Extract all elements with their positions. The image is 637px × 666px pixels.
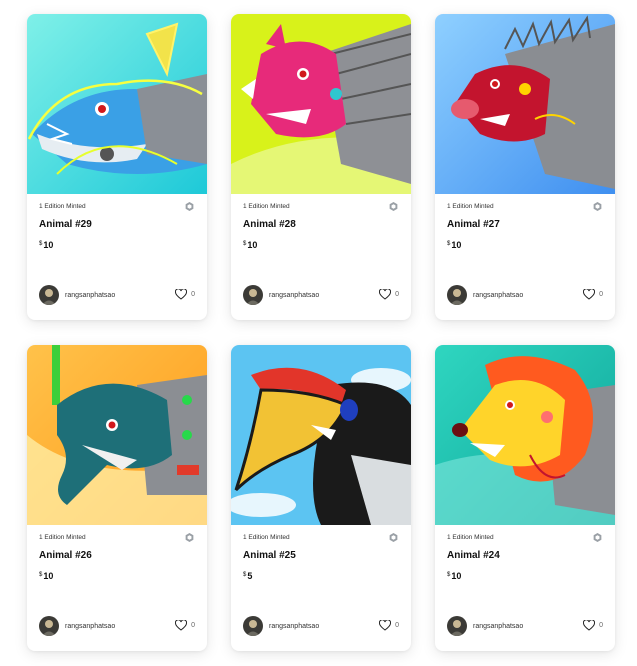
creator-name[interactable]: rangsanphatsao — [65, 292, 115, 299]
heart-outline-icon — [379, 620, 392, 631]
edition-label: 1 Edition Minted — [447, 203, 494, 210]
nft-title[interactable]: Animal #26 — [39, 550, 92, 561]
chain-hex-icon — [185, 533, 194, 542]
chain-hex-icon — [593, 202, 602, 211]
chain-hex-icon — [389, 202, 398, 211]
heart-outline-icon — [583, 620, 596, 631]
creator-name[interactable]: rangsanphatsao — [65, 623, 115, 630]
nft-card-animal-24[interactable]: 1 Edition Minted Animal #24 $10 rangsanp… — [435, 345, 615, 651]
nft-card-animal-27[interactable]: 1 Edition Minted Animal #27 $10 rangsanp… — [435, 14, 615, 320]
price: $10 — [39, 240, 54, 250]
nft-artwork-elephant[interactable] — [27, 345, 207, 525]
price: $10 — [447, 571, 462, 581]
nft-artwork-lion[interactable] — [435, 345, 615, 525]
nft-card-animal-28[interactable]: 1 Edition Minted Animal #28 $10 rangsanp… — [231, 14, 411, 320]
like-count: 0 — [599, 291, 603, 298]
nft-artwork-boar[interactable] — [435, 14, 615, 194]
creator-avatar[interactable] — [243, 616, 263, 636]
creator-name[interactable]: rangsanphatsao — [473, 623, 523, 630]
heart-outline-icon — [175, 620, 188, 631]
edition-label: 1 Edition Minted — [447, 534, 494, 541]
creator-name[interactable]: rangsanphatsao — [269, 292, 319, 299]
nft-card-animal-29[interactable]: 1 Edition Minted Animal #29 $10 rangsanp… — [27, 14, 207, 320]
edition-label: 1 Edition Minted — [243, 203, 290, 210]
like-count: 0 — [191, 622, 195, 629]
like-count: 0 — [395, 291, 399, 298]
like-button[interactable]: 0 — [175, 620, 195, 631]
like-button[interactable]: 0 — [583, 620, 603, 631]
creator-avatar[interactable] — [447, 616, 467, 636]
like-button[interactable]: 0 — [175, 289, 195, 300]
nft-card-animal-26[interactable]: 1 Edition Minted Animal #26 $10 rangsanp… — [27, 345, 207, 651]
heart-outline-icon — [583, 289, 596, 300]
nft-artwork-shark[interactable] — [27, 14, 207, 194]
creator-name[interactable]: rangsanphatsao — [473, 292, 523, 299]
like-count: 0 — [395, 622, 399, 629]
nft-card-animal-25[interactable]: 1 Edition Minted Animal #25 $5 rangsanph… — [231, 345, 411, 651]
edition-label: 1 Edition Minted — [39, 203, 86, 210]
like-count: 0 — [599, 622, 603, 629]
price: $10 — [243, 240, 258, 250]
like-button[interactable]: 0 — [379, 620, 399, 631]
chain-hex-icon — [389, 533, 398, 542]
nft-title[interactable]: Animal #28 — [243, 219, 296, 230]
price: $10 — [447, 240, 462, 250]
nft-title[interactable]: Animal #24 — [447, 550, 500, 561]
like-count: 0 — [191, 291, 195, 298]
creator-avatar[interactable] — [447, 285, 467, 305]
creator-avatar[interactable] — [243, 285, 263, 305]
nft-artwork-rhino[interactable] — [231, 14, 411, 194]
creator-avatar[interactable] — [39, 285, 59, 305]
nft-title[interactable]: Animal #29 — [39, 219, 92, 230]
like-button[interactable]: 0 — [379, 289, 399, 300]
like-button[interactable]: 0 — [583, 289, 603, 300]
chain-hex-icon — [185, 202, 194, 211]
heart-outline-icon — [379, 289, 392, 300]
price: $5 — [243, 571, 253, 581]
creator-name[interactable]: rangsanphatsao — [269, 623, 319, 630]
creator-avatar[interactable] — [39, 616, 59, 636]
chain-hex-icon — [593, 533, 602, 542]
nft-title[interactable]: Animal #25 — [243, 550, 296, 561]
edition-label: 1 Edition Minted — [243, 534, 290, 541]
nft-grid: 1 Edition Minted Animal #29 $10 rangsanp… — [0, 0, 637, 666]
edition-label: 1 Edition Minted — [39, 534, 86, 541]
nft-title[interactable]: Animal #27 — [447, 219, 500, 230]
nft-artwork-hornbill[interactable] — [231, 345, 411, 525]
price: $10 — [39, 571, 54, 581]
heart-outline-icon — [175, 289, 188, 300]
